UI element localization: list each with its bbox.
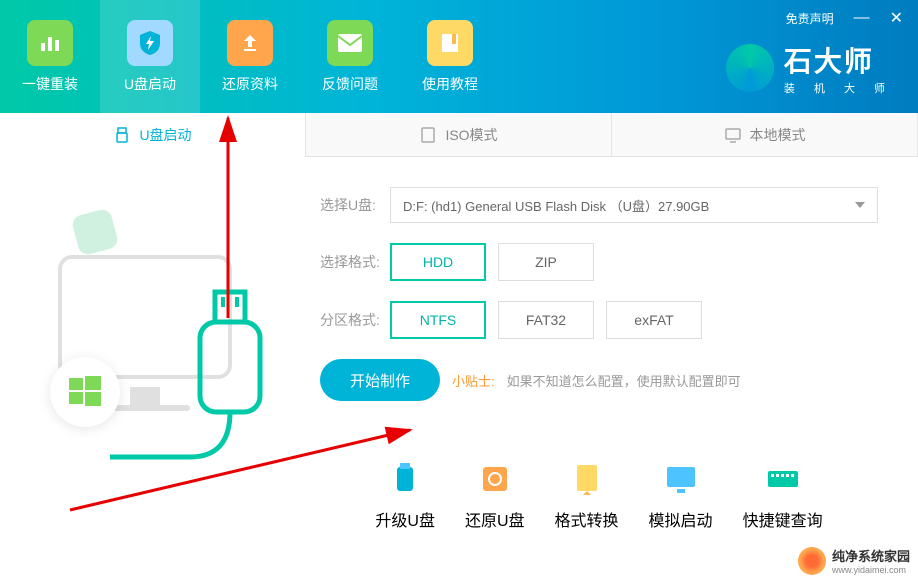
header: 一键重装 U盘启动 还原资料 反馈问题 使用教程 免责声 xyxy=(0,0,918,113)
upload-icon xyxy=(227,20,273,66)
watermark-logo-icon xyxy=(798,547,826,575)
mail-icon xyxy=(327,20,373,66)
drive-dropdown[interactable]: D:F: (hd1) General USB Flash Disk （U盘）27… xyxy=(390,187,878,223)
nav-tutorial[interactable]: 使用教程 xyxy=(400,0,500,113)
chart-bar-icon xyxy=(27,20,73,66)
nav-label: 还原资料 xyxy=(222,74,278,94)
tab-iso[interactable]: ISO模式 xyxy=(306,113,612,157)
tab-bar: U盘启动 ISO模式 本地模式 xyxy=(0,113,918,157)
restore-icon xyxy=(477,461,513,497)
nav-label: 一键重装 xyxy=(22,74,78,94)
partition-label: 分区格式: xyxy=(320,310,390,330)
watermark: 纯净系统家园 www.yidaimei.com xyxy=(790,542,918,579)
tool-hotkey[interactable]: 快捷键查询 xyxy=(743,461,823,531)
tool-simulate[interactable]: 模拟启动 xyxy=(649,461,713,531)
monitor-play-icon xyxy=(663,461,699,497)
tool-label: 快捷键查询 xyxy=(743,507,823,531)
shield-bolt-icon xyxy=(127,20,173,66)
watermark-title: 纯净系统家园 xyxy=(832,546,910,565)
partition-option-fat32[interactable]: FAT32 xyxy=(498,301,594,339)
convert-icon xyxy=(569,461,605,497)
close-button[interactable]: ✕ xyxy=(890,8,903,28)
format-option-zip[interactable]: ZIP xyxy=(498,243,594,281)
tab-local[interactable]: 本地模式 xyxy=(612,113,918,157)
annotation-arrow-2 xyxy=(60,330,430,520)
nav-label: 使用教程 xyxy=(422,74,478,94)
nav-reinstall[interactable]: 一键重装 xyxy=(0,0,100,113)
minimize-button[interactable]: — xyxy=(854,9,870,27)
iso-icon xyxy=(419,126,437,144)
tip-text: 如果不知道怎么配置，使用默认配置即可 xyxy=(507,371,741,390)
book-icon xyxy=(427,20,473,66)
brand-logo-icon xyxy=(726,44,774,92)
keyboard-icon xyxy=(765,461,801,497)
format-label: 选择格式: xyxy=(320,252,390,272)
watermark-url: www.yidaimei.com xyxy=(832,565,910,575)
window-controls: 免责声明 — ✕ xyxy=(786,8,903,28)
tool-label: 还原U盘 xyxy=(465,507,525,531)
nav-label: 反馈问题 xyxy=(322,74,378,94)
nav-feedback[interactable]: 反馈问题 xyxy=(300,0,400,113)
partition-option-exfat[interactable]: exFAT xyxy=(606,301,702,339)
tool-convert[interactable]: 格式转换 xyxy=(555,461,619,531)
monitor-icon xyxy=(724,126,742,144)
brand-subtitle: 装 机 大 师 xyxy=(784,80,893,96)
drive-row: 选择U盘: D:F: (hd1) General USB Flash Disk … xyxy=(320,187,878,223)
tool-label: 模拟启动 xyxy=(649,507,713,531)
tool-restore[interactable]: 还原U盘 xyxy=(465,461,525,531)
tab-label: 本地模式 xyxy=(750,125,806,145)
chevron-down-icon xyxy=(855,202,865,208)
nav-label: U盘启动 xyxy=(124,74,176,94)
drive-label: 选择U盘: xyxy=(320,195,390,215)
brand-title: 石大师 xyxy=(784,40,893,80)
nav-bar: 一键重装 U盘启动 还原资料 反馈问题 使用教程 xyxy=(0,0,500,113)
nav-usb-boot[interactable]: U盘启动 xyxy=(100,0,200,113)
format-option-hdd[interactable]: HDD xyxy=(390,243,486,281)
drive-value: D:F: (hd1) General USB Flash Disk （U盘）27… xyxy=(403,196,709,215)
annotation-arrow-1 xyxy=(148,108,248,328)
format-row: 选择格式: HDD ZIP xyxy=(320,243,878,281)
usb-icon xyxy=(113,126,131,144)
brand: 石大师 装 机 大 师 xyxy=(726,40,893,96)
disclaimer-link[interactable]: 免责声明 xyxy=(786,10,834,27)
tab-label: ISO模式 xyxy=(445,125,497,145)
nav-restore[interactable]: 还原资料 xyxy=(200,0,300,113)
tool-label: 格式转换 xyxy=(555,507,619,531)
tip-label: 小贴士: xyxy=(452,371,495,390)
